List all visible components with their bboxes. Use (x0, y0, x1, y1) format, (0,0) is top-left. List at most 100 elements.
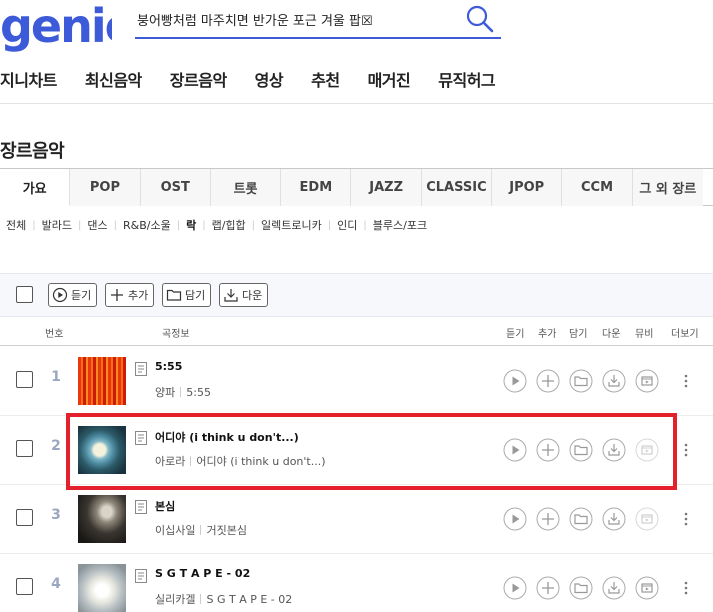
sub-genre-electronica[interactable]: 일렉트로니카 (261, 217, 322, 233)
more-options-icon[interactable] (680, 576, 692, 600)
album-art[interactable] (78, 495, 126, 543)
more-options-icon[interactable] (680, 438, 692, 462)
tab-edm[interactable]: EDM (281, 169, 352, 206)
song-row[interactable]: 1 5:55 양파 5:55 (0, 347, 713, 416)
song-row[interactable]: 4 S G T A P E - 02 실리카겔 S G T A P E - 02 (0, 554, 713, 612)
album-name[interactable]: 5:55 (186, 386, 211, 399)
sub-genre-blues-folk[interactable]: 블루스/포크 (373, 217, 427, 233)
plus-icon (111, 289, 123, 301)
play-icon[interactable] (503, 576, 527, 600)
lyrics-icon[interactable] (135, 569, 147, 583)
artist-name[interactable]: 아로라 (155, 453, 185, 469)
album-name[interactable]: 거짓본심 (206, 522, 246, 538)
song-title[interactable]: 5:55 (155, 360, 182, 373)
col-listen: 듣기 (506, 329, 525, 340)
folder-icon[interactable] (569, 507, 593, 531)
song-title[interactable]: S G T A P E - 02 (155, 567, 250, 580)
plus-icon[interactable] (536, 369, 560, 393)
nav-video[interactable]: 영상 (255, 67, 284, 91)
sub-genre-hiphop[interactable]: 랩/힙합 (212, 217, 246, 233)
listen-selected-button[interactable]: 듣기 (48, 283, 98, 307)
play-icon[interactable] (503, 507, 527, 531)
tab-trot[interactable]: 트롯 (210, 169, 282, 206)
song-meta: 이십사일 거짓본심 (155, 522, 247, 538)
album-name[interactable]: 어디야 (i think u don't...) (196, 453, 325, 469)
download-icon[interactable] (602, 438, 626, 462)
album-name[interactable]: S G T A P E - 02 (206, 593, 292, 606)
song-row[interactable]: 3 본심 이십사일 거짓본심 (0, 485, 713, 554)
tab-jpop[interactable]: JPOP (492, 169, 563, 206)
download-icon (224, 289, 238, 302)
genre-tabs: 가요 POP OST 트롯 EDM JAZZ CLASSIC JPOP CCM … (0, 168, 713, 206)
tab-pop[interactable]: POP (70, 169, 141, 206)
sub-genre-dance[interactable]: 댄스 (87, 217, 107, 233)
album-art[interactable] (78, 357, 126, 405)
divider: | (327, 219, 332, 231)
download-icon[interactable] (602, 369, 626, 393)
sub-genre-rnb[interactable]: R&B/소울 (123, 217, 171, 233)
more-options-icon[interactable] (680, 507, 692, 531)
more-options-icon[interactable] (680, 369, 692, 393)
save-selected-button[interactable]: 담기 (162, 283, 212, 307)
mv-icon[interactable] (635, 576, 659, 600)
select-all-checkbox[interactable] (16, 286, 33, 303)
col-more: 더보기 (671, 329, 699, 340)
mv-icon[interactable] (635, 507, 659, 531)
sub-genre-rock[interactable]: 락 (186, 217, 196, 233)
folder-icon[interactable] (569, 438, 593, 462)
sub-genre-ballad[interactable]: 발라드 (42, 217, 72, 233)
download-icon[interactable] (602, 576, 626, 600)
sub-genre-indie[interactable]: 인디 (337, 217, 357, 233)
sub-genre-all[interactable]: 전체 (6, 217, 26, 233)
add-selected-button[interactable]: 추가 (105, 283, 155, 307)
mv-icon[interactable] (635, 438, 659, 462)
nav-magazine[interactable]: 매거진 (368, 67, 411, 91)
download-selected-button[interactable]: 다운 (219, 283, 269, 307)
plus-icon[interactable] (536, 507, 560, 531)
nav-musichug[interactable]: 뮤직허그 (438, 67, 495, 91)
col-save: 담기 (569, 329, 588, 340)
tab-ost[interactable]: OST (140, 169, 211, 206)
tab-other-genres[interactable]: 그 외 장르 (632, 169, 703, 206)
download-icon[interactable] (602, 507, 626, 531)
col-download: 다운 (602, 329, 621, 340)
nav-latest[interactable]: 최신음악 (85, 67, 142, 91)
album-art[interactable] (78, 564, 126, 612)
row-checkbox[interactable] (16, 509, 33, 526)
row-checkbox[interactable] (16, 371, 33, 388)
rank-number: 3 (51, 507, 61, 523)
song-row[interactable]: 2 어디야 (i think u don't...) 아로라 어디야 (i thi… (0, 416, 713, 485)
mv-icon[interactable] (635, 369, 659, 393)
artist-name[interactable]: 실리카겔 (155, 591, 195, 607)
lyrics-icon[interactable] (135, 362, 147, 376)
plus-icon[interactable] (536, 438, 560, 462)
play-icon[interactable] (503, 438, 527, 462)
tab-ccm[interactable]: CCM (562, 169, 633, 206)
song-title[interactable]: 본심 (155, 498, 175, 514)
list-toolbar: 듣기 추가 담기 다운 (0, 273, 713, 317)
search-input[interactable]: 붕어빵처럼 마주치면 반가운 포근 겨울 팝☒ (137, 10, 373, 29)
col-add: 추가 (538, 329, 557, 340)
nav-chart[interactable]: 지니차트 (0, 67, 57, 91)
search-box[interactable]: 붕어빵처럼 마주치면 반가운 포근 겨울 팝☒ (135, 2, 501, 39)
tab-jazz[interactable]: JAZZ (351, 169, 422, 206)
song-title[interactable]: 어디야 (i think u don't...) (155, 429, 299, 445)
divider: | (202, 219, 206, 231)
folder-icon[interactable] (569, 369, 593, 393)
play-icon[interactable] (503, 369, 527, 393)
nav-recommend[interactable]: 추천 (311, 67, 340, 91)
tab-kpop[interactable]: 가요 (0, 169, 71, 206)
lyrics-icon[interactable] (135, 500, 147, 514)
artist-name[interactable]: 양파 (155, 384, 175, 400)
artist-name[interactable]: 이십사일 (155, 522, 195, 538)
tab-classic[interactable]: CLASSIC (421, 169, 493, 206)
row-checkbox[interactable] (16, 440, 33, 457)
search-icon[interactable] (465, 4, 495, 34)
genie-logo[interactable]: genie (0, 2, 112, 52)
lyrics-icon[interactable] (135, 431, 147, 445)
row-checkbox[interactable] (16, 578, 33, 595)
folder-icon[interactable] (569, 576, 593, 600)
nav-genre[interactable]: 장르음악 (170, 67, 227, 91)
plus-icon[interactable] (536, 576, 560, 600)
album-art[interactable] (78, 426, 126, 474)
